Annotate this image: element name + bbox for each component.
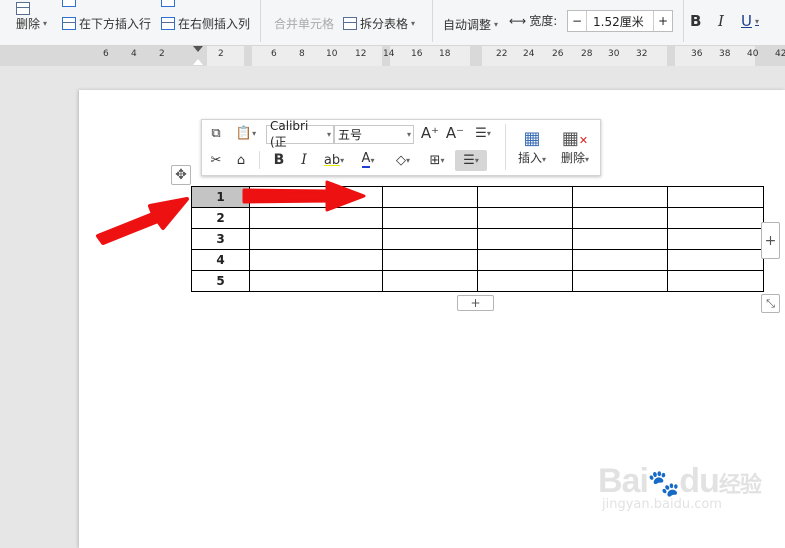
baidu-jingyan-watermark: Bai🐾du经验 jingyan.baidu.com — [598, 462, 762, 512]
watermark-text-cn: 经验 — [718, 472, 762, 497]
arrow-annotation-diagonal — [96, 197, 189, 245]
arrow-annotation-horizontal — [242, 180, 366, 212]
watermark-text-bai: Bai — [598, 462, 649, 500]
paw-logo-icon: 🐾 — [647, 468, 680, 498]
watermark-text-du: du — [679, 462, 720, 500]
